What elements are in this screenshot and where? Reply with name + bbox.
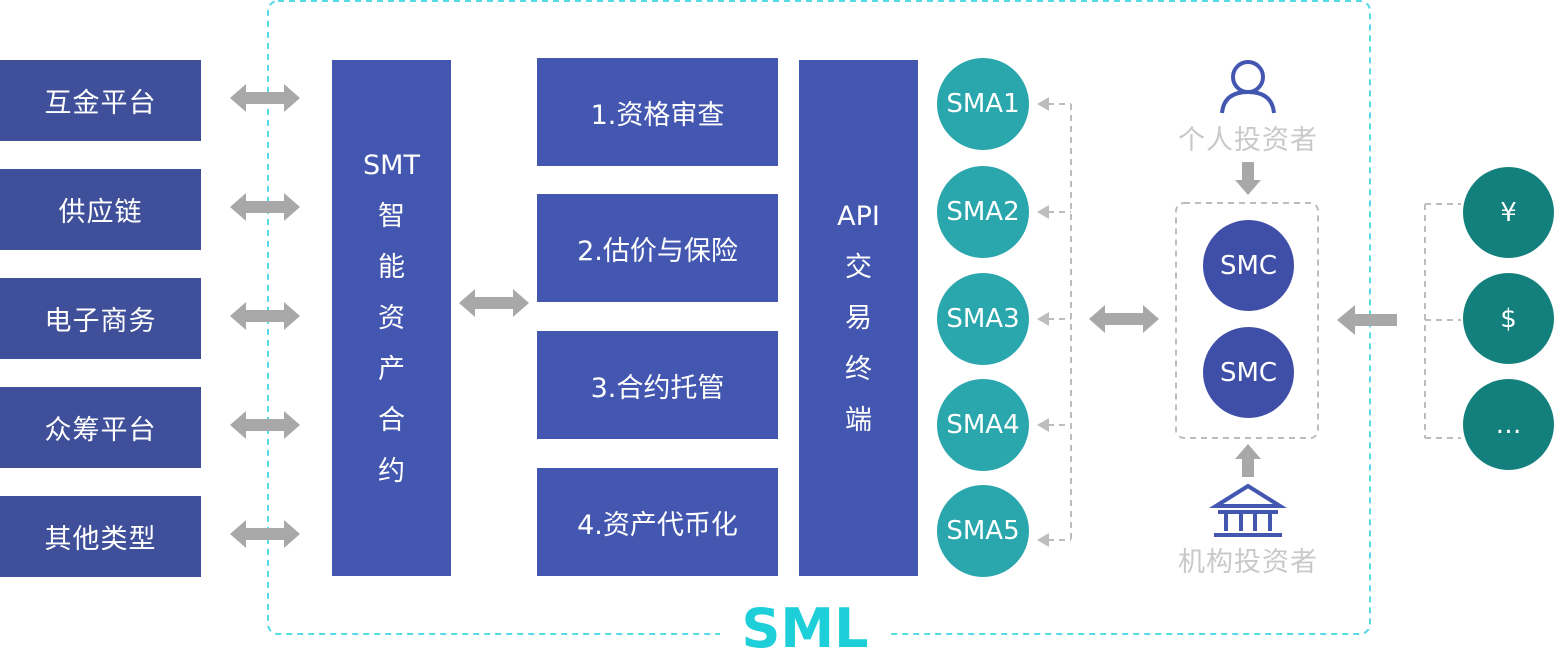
platform-box-5: 其他类型 (0, 496, 201, 577)
contract-steps-arrow (459, 289, 529, 317)
platform-box-2: 供应链 (0, 169, 201, 250)
contract-char: 能 (378, 251, 405, 283)
institutional-up-arrow (1235, 444, 1261, 477)
contract-char: 约 (378, 455, 405, 487)
contract-char: 智 (378, 200, 405, 232)
yuan-currency-node: ¥ (1463, 167, 1554, 258)
platform-arrow-5 (230, 520, 300, 548)
sma-node-1: SMA1 (937, 58, 1029, 150)
contract-char: 合 (378, 404, 405, 436)
sma-feed-arrowheads (1037, 97, 1049, 547)
platform-box-1: 互金平台 (0, 60, 201, 141)
sma-feed-lines (1048, 103, 1072, 541)
api-char: 易 (845, 302, 872, 334)
platform-arrow-1 (230, 84, 300, 112)
api-terminal-box: API 交 易 终 端 (799, 60, 918, 576)
bank-icon (1209, 483, 1287, 537)
currency-bracket (1424, 203, 1461, 439)
sma-node-5: SMA5 (937, 485, 1029, 577)
individual-down-arrow (1235, 162, 1261, 195)
contract-char: 产 (378, 353, 405, 385)
currency-smc-arrow (1337, 305, 1397, 335)
smc-node-1: SMC (1203, 220, 1294, 311)
platform-arrow-4 (230, 411, 300, 439)
dollar-currency-node: $ (1463, 273, 1554, 364)
platform-arrow-2 (230, 193, 300, 221)
step-box-4: 4.资产代币化 (537, 468, 778, 576)
api-title: API (837, 200, 880, 232)
platform-box-3: 电子商务 (0, 278, 201, 359)
sma-node-2: SMA2 (937, 166, 1029, 258)
institutional-investor-label: 机构投资者 (1178, 547, 1318, 578)
individual-investor-label: 个人投资者 (1178, 125, 1318, 156)
platform-arrow-3 (230, 302, 300, 330)
more-currency-node: … (1463, 379, 1554, 470)
smart-asset-contract-box: SMT 智 能 资 产 合 约 (332, 60, 451, 576)
sma-node-3: SMA3 (937, 273, 1029, 365)
api-char: 终 (845, 353, 872, 385)
contract-char: 资 (378, 302, 405, 334)
sma-node-4: SMA4 (937, 379, 1029, 471)
person-icon (1220, 60, 1276, 114)
sml-layer-title: SML (720, 598, 890, 660)
smc-node-2: SMC (1203, 327, 1294, 418)
step-box-2: 2.估价与保险 (537, 194, 778, 302)
platform-box-4: 众筹平台 (0, 387, 201, 468)
step-box-1: 1.资格审查 (537, 58, 778, 166)
contract-title: SMT (363, 149, 420, 181)
step-box-3: 3.合约托管 (537, 331, 778, 439)
sma-smc-arrow (1089, 305, 1159, 333)
api-char: 交 (845, 251, 872, 283)
api-char: 端 (845, 404, 872, 436)
